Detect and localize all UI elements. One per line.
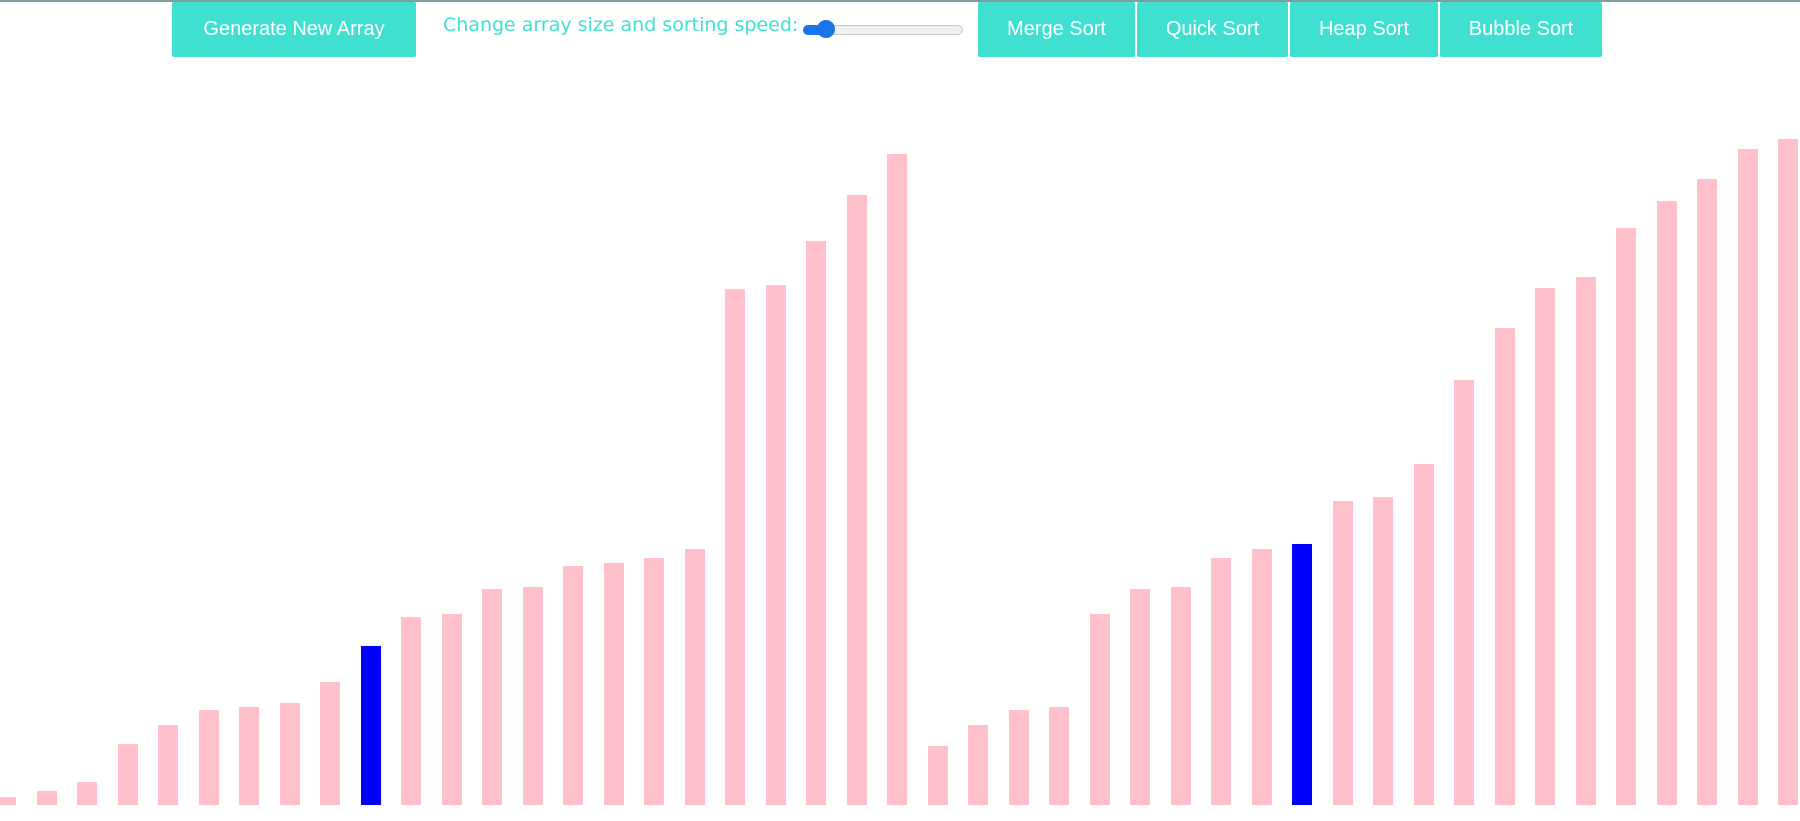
array-bar: [1251, 549, 1272, 805]
array-bar: [1332, 501, 1353, 805]
array-bar: [684, 549, 705, 805]
array-bar: [77, 782, 97, 805]
array-bar: [1616, 228, 1636, 805]
array-bar: [846, 195, 867, 805]
array-bar: [765, 285, 786, 805]
array-bar-active: [1292, 544, 1312, 805]
array-bar: [1697, 179, 1717, 805]
array-bar: [1535, 288, 1555, 805]
array-bar: [563, 566, 583, 805]
speed-label: Change array size and sorting speed:: [443, 14, 799, 36]
array-bar: [441, 614, 462, 805]
array-bar: [927, 746, 948, 805]
slider-thumb[interactable]: [817, 20, 835, 38]
array-bar: [279, 703, 300, 805]
array-bar: [1575, 277, 1596, 805]
array-bar: [117, 744, 138, 805]
array-bar: [644, 558, 664, 805]
array-bar: [1778, 139, 1798, 805]
array-bar: [401, 617, 421, 805]
array-bar: [1008, 710, 1029, 805]
array-bar: [1130, 589, 1150, 805]
array-bar: [1494, 328, 1515, 805]
array-bar: [806, 241, 826, 805]
array-bar-active: [360, 646, 381, 805]
toolbar: Generate New Array Change array size and…: [0, 0, 1800, 60]
array-bar: [522, 587, 543, 805]
array-bar: [1049, 707, 1069, 805]
quick-sort-button[interactable]: Quick Sort: [1137, 2, 1288, 57]
array-bar: [887, 154, 907, 805]
array-bar: [1413, 464, 1434, 805]
array-size-speed-slider[interactable]: [803, 20, 963, 38]
array-bar: [482, 589, 502, 805]
array-bar: [239, 707, 259, 805]
array-bar: [1170, 587, 1191, 805]
array-bar: [1737, 149, 1758, 805]
array-bar: [320, 682, 340, 805]
heap-sort-button[interactable]: Heap Sort: [1290, 2, 1438, 57]
array-bar: [1454, 380, 1474, 805]
array-bar: [725, 289, 745, 805]
array-bar: [1211, 558, 1231, 805]
array-bar: [198, 710, 219, 805]
array-bar: [36, 791, 57, 805]
array-bar: [0, 797, 16, 805]
array-bar: [1089, 614, 1110, 805]
generate-new-array-button[interactable]: Generate New Array: [172, 2, 416, 57]
array-bar: [1656, 201, 1677, 805]
array-bar: [968, 725, 988, 805]
array-bar: [1373, 497, 1393, 805]
array-bar: [158, 725, 178, 805]
merge-sort-button[interactable]: Merge Sort: [978, 2, 1135, 57]
array-bar: [603, 563, 624, 805]
bubble-sort-button[interactable]: Bubble Sort: [1440, 2, 1602, 57]
array-bars: [0, 0, 1800, 821]
